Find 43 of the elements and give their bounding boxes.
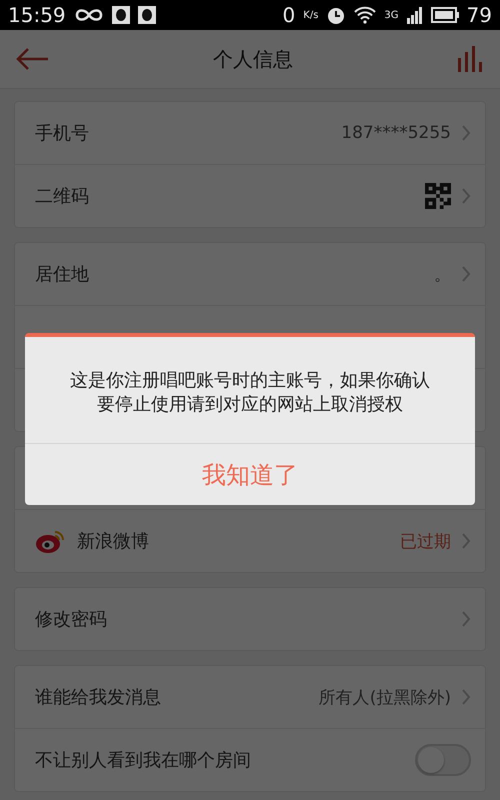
settings-row[interactable]: 新浪微博 已过期 <box>15 509 485 572</box>
row-label: 居住地 <box>35 263 90 286</box>
row-label: 不让别人看到我在哪个房间 <box>35 749 252 772</box>
page-title: 个人信息 <box>212 46 294 72</box>
chevron-icon <box>461 688 471 706</box>
chevron-icon <box>461 532 471 550</box>
row-label: 新浪微博 <box>77 530 150 553</box>
settings-row[interactable]: 二维码 <box>15 164 485 227</box>
row-value: 所有人(拉黑除外) <box>318 686 451 708</box>
row-value: 187****5255 <box>341 123 451 143</box>
chevron-icon <box>461 187 471 205</box>
battery-level: 79 <box>466 3 492 27</box>
network-speed: 0 <box>282 3 296 27</box>
notification-icon <box>112 6 130 24</box>
infinity-icon <box>74 7 104 23</box>
row-label: 修改密码 <box>35 608 108 631</box>
wifi-icon <box>354 6 376 24</box>
back-icon[interactable] <box>16 47 50 71</box>
equalizer-icon[interactable] <box>456 46 484 72</box>
row-label: 二维码 <box>35 185 90 208</box>
settings-row[interactable]: 修改密码 <box>15 588 485 650</box>
signal-icon <box>406 6 423 24</box>
settings-row[interactable]: 谁能给我发消息 所有人(拉黑除外) <box>15 666 485 728</box>
settings-row[interactable]: 手机号 187****5255 <box>15 102 485 164</box>
chevron-icon <box>461 265 471 283</box>
clock-time: 15:59 <box>8 3 66 27</box>
status-text: 已过期 <box>400 530 451 552</box>
dialog-message: 这是你注册唱吧账号时的主账号，如果你确认要停止使用请到对应的网站上取消授权 <box>69 369 431 417</box>
battery-icon <box>430 7 459 23</box>
settings-row[interactable]: 居住地 。 <box>15 243 485 305</box>
chevron-icon <box>461 610 471 628</box>
qr-code-icon <box>425 183 451 209</box>
speed-unit: K/s <box>303 10 318 20</box>
weibo-icon <box>35 528 67 554</box>
alarm-icon <box>326 5 346 25</box>
chevron-icon <box>461 124 471 142</box>
network-type: 3G <box>384 10 399 20</box>
confirm-button[interactable]: 我知道了 <box>25 443 475 505</box>
row-value: 。 <box>434 264 451 286</box>
toggle-switch[interactable] <box>415 744 471 776</box>
row-label: 谁能给我发消息 <box>35 686 162 709</box>
notification-icon <box>138 6 156 24</box>
row-label: 手机号 <box>35 122 90 145</box>
